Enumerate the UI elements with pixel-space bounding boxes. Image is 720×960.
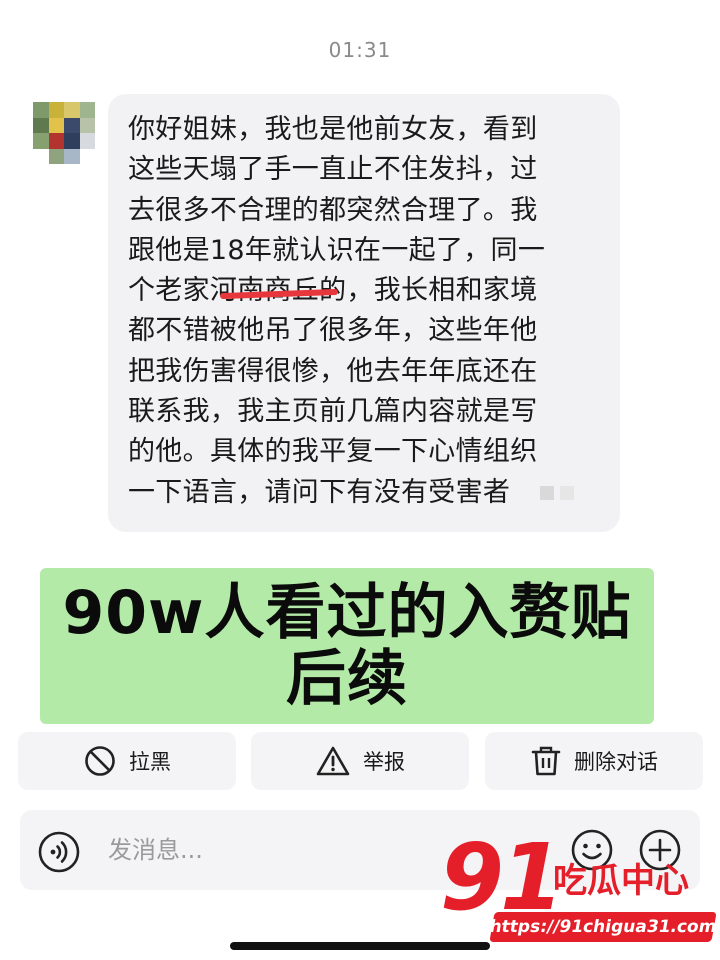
message-line: 个老家河南商丘的，我长相和家境 (128, 271, 600, 311)
watermark-url-text: https://91chigua31.com (487, 917, 719, 937)
banner-title: 90w人看过的入赘贴 (62, 578, 632, 648)
report-label: 举报 (363, 750, 405, 774)
watermark-url: https://91chigua31.com (487, 912, 719, 942)
message-line: 去很多不合理的都突然合理了。我 (128, 194, 538, 226)
voice-icon[interactable] (37, 830, 81, 874)
message-timestamp: 01:31 (328, 38, 392, 62)
message-line: 你好姐妹，我也是他前女友，看到 (128, 114, 538, 145)
message-line: 一下语言，请问下有没有受害者 (128, 476, 511, 508)
banner-subtitle: 后续 (286, 644, 408, 714)
delete-label: 删除对话 (574, 750, 658, 774)
message-line: 的他。具体的我平复一下心情组织 (128, 436, 538, 468)
avatar[interactable] (33, 102, 95, 164)
block-button[interactable]: 拉黑 (18, 732, 236, 790)
message-input[interactable] (108, 832, 428, 868)
promo-banner: 90w人看过的入赘贴 后续 (40, 568, 654, 724)
block-label: 拉黑 (129, 750, 171, 774)
trash-icon (531, 746, 561, 776)
redaction-blur (560, 486, 574, 500)
message-line: 把我伤害得很惨，他去年年底还在 (128, 355, 538, 387)
message-line: 联系我，我主页前几篇内容就是写 (128, 396, 538, 428)
watermark-logo-number: 91 (440, 824, 564, 931)
message-bubble[interactable]: 你好姐妹，我也是他前女友，看到 这些天塌了手一直止不住发抖，过 去很多不合理的都… (108, 94, 620, 532)
message-line: 这些天塌了手一直止不住发抖，过 (128, 154, 538, 186)
watermark-brand: 吃瓜中心 (553, 861, 689, 901)
home-indicator[interactable] (230, 942, 490, 950)
warning-icon (316, 746, 350, 776)
report-button[interactable]: 举报 (251, 732, 469, 790)
message-line: 跟他是18年就认识在一起了，同一 (128, 234, 546, 266)
message-line: 都不错被他吊了很多年，这些年他 (128, 315, 538, 347)
redaction-blur (540, 486, 554, 500)
block-icon (85, 746, 115, 776)
delete-conversation-button[interactable]: 删除对话 (485, 732, 703, 790)
